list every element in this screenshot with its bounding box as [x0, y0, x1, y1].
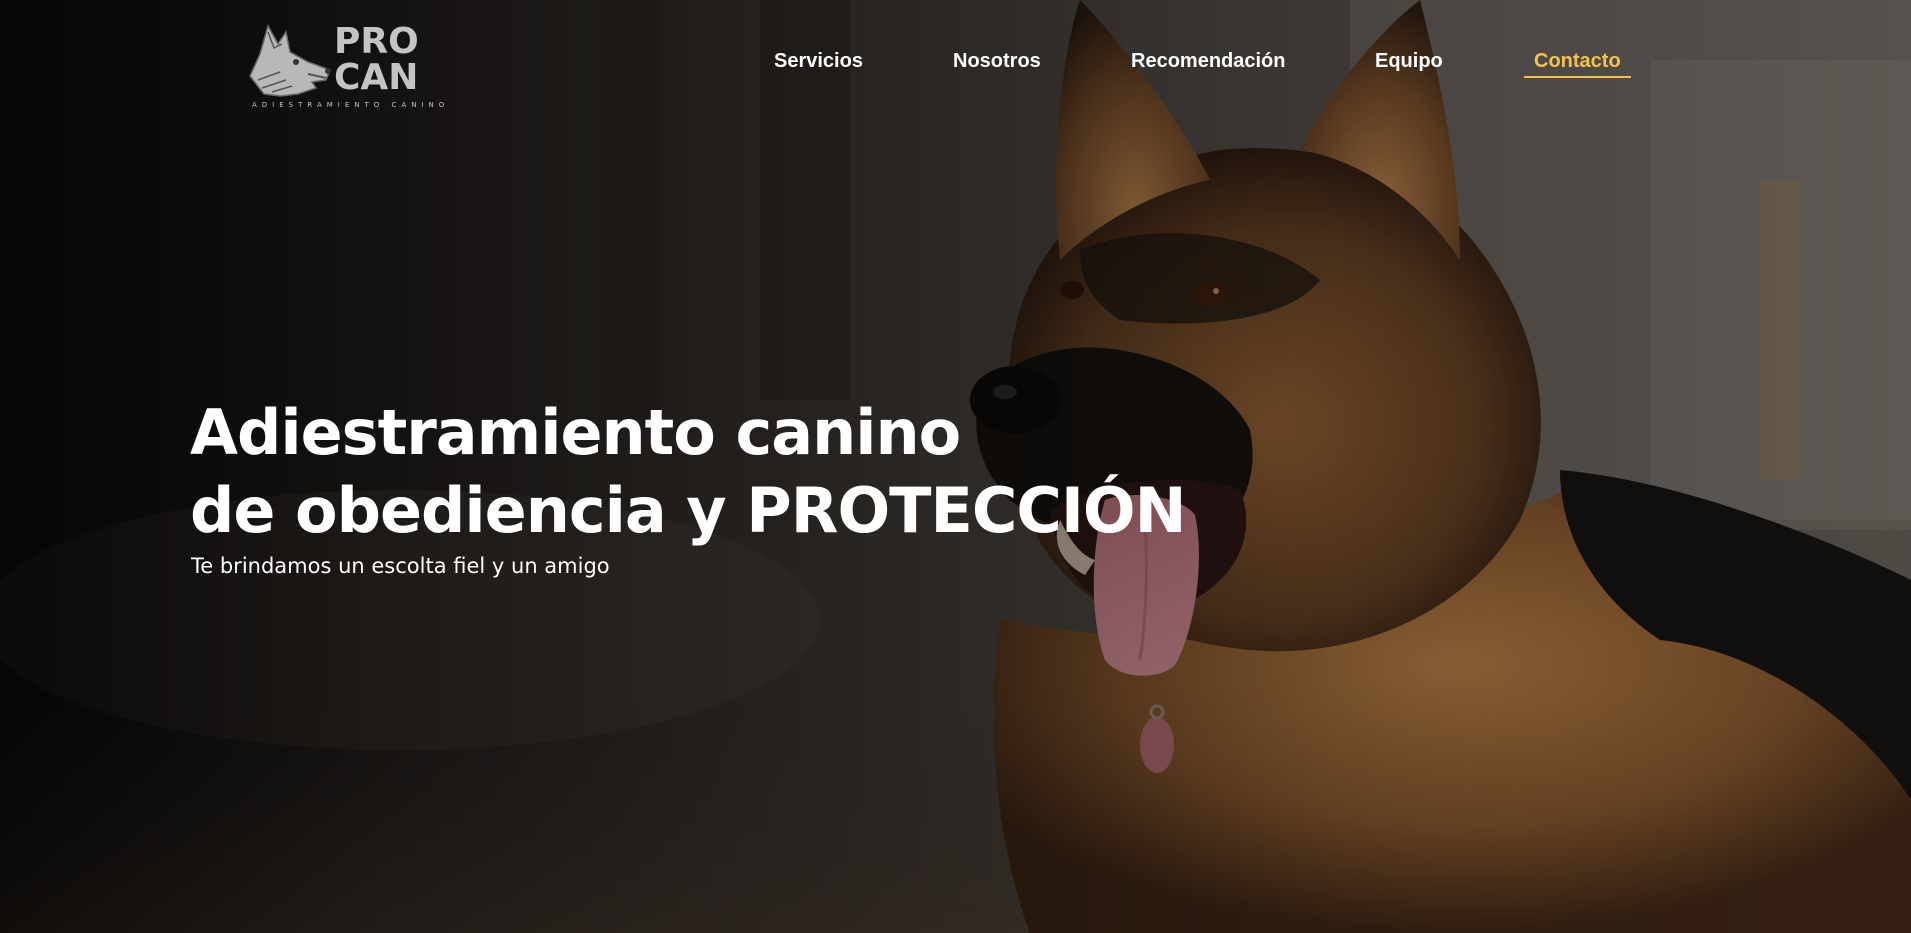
nav-link-nosotros[interactable]: Nosotros: [953, 48, 1041, 74]
nav-link-contacto[interactable]: Contacto: [1524, 48, 1631, 78]
logo-subtitle: ADIESTRAMIENTO CANINO: [252, 101, 450, 109]
hero-section: PRO CAN ADIESTRAMIENTO CANINO Servicios …: [0, 0, 1911, 933]
hero-headline: Adiestramiento canino de obediencia y PR…: [190, 394, 1186, 550]
nav-link-servicios[interactable]: Servicios: [774, 48, 863, 74]
nav-link-equipo[interactable]: Equipo: [1375, 48, 1443, 74]
hero-tagline: Te brindamos un escolta fiel y un amigo: [191, 554, 610, 578]
main-nav: Servicios Nosotros Recomendación Equipo …: [0, 48, 1911, 78]
hero-headline-line-1: Adiestramiento canino: [190, 396, 961, 469]
hero-headline-line-2: de obediencia y PROTECCIÓN: [190, 474, 1186, 547]
nav-link-recomendacion[interactable]: Recomendación: [1131, 48, 1285, 74]
